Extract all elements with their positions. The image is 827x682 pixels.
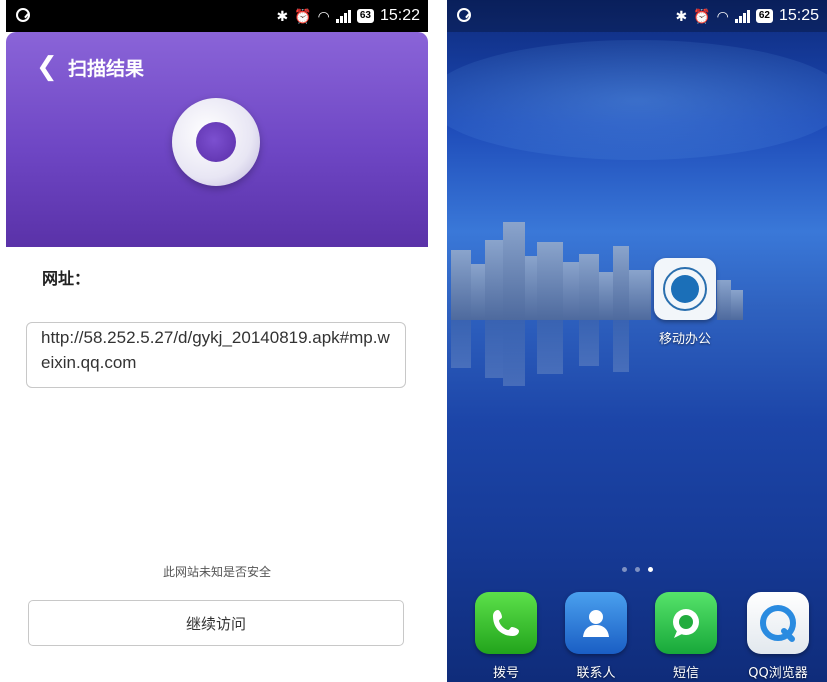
page-dot	[634, 567, 640, 572]
signal-icon	[335, 9, 351, 23]
sms-icon	[655, 592, 717, 654]
app-mobile-office[interactable]: 移动办公	[653, 258, 717, 347]
dock-item-qq-browser[interactable]: QQ浏览器	[743, 592, 813, 681]
alarm-icon: ⏰	[693, 8, 711, 24]
url-field[interactable]: http://58.252.5.27/d/gykj_20140819.apk#m…	[26, 322, 406, 388]
status-icons: ✱ ⏰ ◠ 62 15:25	[675, 0, 819, 32]
signal-icon	[734, 9, 750, 23]
page-title: 扫描结果	[68, 58, 145, 80]
scanner-logo-icon	[172, 98, 260, 186]
safety-warning: 此网站未知是否安全	[162, 565, 271, 579]
page-indicator	[447, 567, 827, 572]
contacts-icon	[565, 592, 627, 654]
continue-visit-button[interactable]: 继续访问	[28, 600, 404, 646]
alarm-icon: ⏰	[294, 8, 312, 24]
back-icon[interactable]: ❮	[36, 54, 58, 80]
phone-icon	[475, 592, 537, 654]
status-icons: ✱ ⏰ ◠ 63 15:22	[276, 0, 420, 32]
city-skyline	[447, 210, 827, 320]
dock-item-contacts[interactable]: 联系人	[561, 592, 631, 681]
home-screen: ✱ ⏰ ◠ 62 15:25 移动办公 拨号 联系人 短信 QQ浏览器	[447, 0, 827, 682]
dock-label: 联系人	[576, 666, 616, 681]
location-icon	[457, 8, 471, 22]
scan-result-screen: ✱ ⏰ ◠ 63 15:22 ❮ 扫描结果 网址： http://58.252.…	[6, 0, 428, 682]
status-bar: ✱ ⏰ ◠ 62 15:25	[447, 0, 827, 32]
dock-label: 短信	[672, 666, 699, 681]
battery-icon: 63	[356, 9, 374, 23]
bluetooth-icon: ✱	[276, 8, 289, 24]
dock-label: QQ浏览器	[748, 666, 808, 681]
page-dot-active	[647, 567, 653, 572]
location-icon	[16, 8, 30, 22]
url-label: 网址：	[42, 269, 91, 288]
mobile-office-icon	[654, 258, 716, 320]
divider	[428, 0, 447, 682]
dock-label: 拨号	[492, 666, 519, 681]
status-time: 15:22	[379, 7, 420, 24]
wifi-icon: ◠	[317, 8, 330, 24]
status-bar: ✱ ⏰ ◠ 63 15:22	[6, 0, 428, 32]
dock-item-dialer[interactable]: 拨号	[471, 592, 541, 681]
status-time: 15:25	[778, 7, 819, 24]
wallpaper	[447, 0, 827, 682]
wifi-icon: ◠	[716, 8, 729, 24]
battery-icon: 62	[755, 9, 773, 23]
bluetooth-icon: ✱	[675, 8, 688, 24]
app-label: 移动办公	[658, 332, 711, 347]
qq-browser-icon	[747, 592, 809, 654]
dock: 拨号 联系人 短信 QQ浏览器	[447, 592, 827, 682]
scan-header: ❮ 扫描结果	[6, 32, 428, 247]
page-dot	[621, 567, 627, 572]
dock-item-sms[interactable]: 短信	[651, 592, 721, 681]
